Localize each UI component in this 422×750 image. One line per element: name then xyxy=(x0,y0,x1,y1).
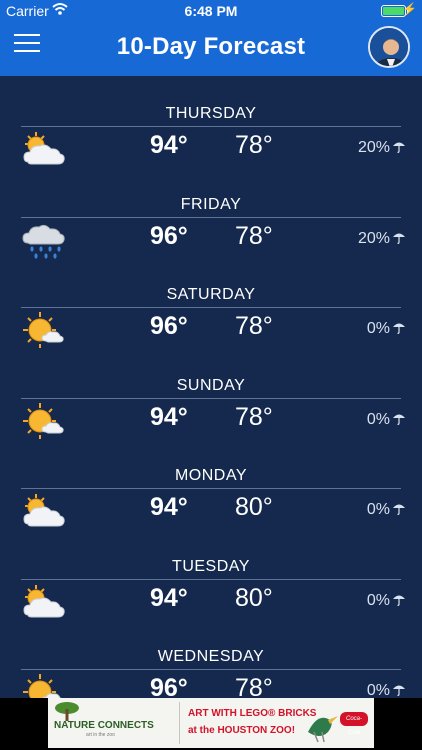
high-temp: 96° xyxy=(150,312,188,340)
forecast-row[interactable]: MONDAY 94° 80° 0% xyxy=(0,438,422,528)
partly-cloudy-icon xyxy=(20,583,68,621)
nav-bar: 10-Day Forecast xyxy=(0,22,422,76)
high-temp: 94° xyxy=(150,493,188,521)
avatar[interactable] xyxy=(368,26,410,68)
umbrella-icon xyxy=(392,501,406,516)
day-name: THURSDAY xyxy=(165,105,257,122)
row-divider xyxy=(21,126,401,127)
precip-chance: 0% xyxy=(366,682,390,698)
precip-chance: 20% xyxy=(357,229,390,247)
forecast-row[interactable]: TUESDAY 94° 80° 0% xyxy=(0,529,422,619)
forecast-list: THURSDAY 94° 78° 20% FRIDAY 96° 78° 20% SATURDAY… xyxy=(0,76,422,698)
forecast-row[interactable]: THURSDAY 94° 78° 20% xyxy=(0,76,422,166)
charging-bolt-icon: ⚡ xyxy=(402,2,417,16)
day-name: SATURDAY xyxy=(166,286,256,303)
partly-cloudy-icon xyxy=(20,130,68,168)
umbrella-icon xyxy=(392,682,406,697)
row-divider xyxy=(21,216,401,218)
low-temp: 78° xyxy=(235,131,273,159)
forecast-row[interactable]: WEDNESDAY 96° 78° 0% xyxy=(0,619,422,698)
day-name: FRIDAY xyxy=(180,195,242,213)
umbrella-icon xyxy=(392,139,406,154)
ad-banner[interactable]: NATURE CONNECTS art in the zoo ART WITH … xyxy=(48,698,374,748)
high-temp: 94° xyxy=(150,583,188,612)
low-temp: 80° xyxy=(235,493,273,521)
day-name: SUNDAY xyxy=(176,376,246,394)
row-divider xyxy=(21,669,401,670)
row-divider xyxy=(21,397,401,399)
umbrella-icon xyxy=(392,411,406,425)
forecast-row[interactable]: SUNDAY 94° 78° 0% xyxy=(0,348,422,440)
clock: 6:48 PM xyxy=(184,3,238,19)
low-temp: 80° xyxy=(235,583,273,612)
high-temp: 94° xyxy=(150,131,188,159)
bird-sculpture-icon xyxy=(308,716,338,743)
mostly-sunny-icon xyxy=(20,402,68,440)
page-title: 10-Day Forecast xyxy=(116,33,306,60)
day-name: WEDNESDAY xyxy=(157,648,265,665)
mostly-sunny-icon xyxy=(20,673,68,698)
ad-left-text: NATURE CONNECTS xyxy=(54,720,154,731)
umbrella-icon xyxy=(392,230,406,244)
tree-logo-icon xyxy=(55,702,79,721)
precip-chance: 0% xyxy=(366,410,390,428)
ad-headline-1: ART WITH LEGO® BRICKS xyxy=(188,708,317,719)
low-temp: 78° xyxy=(235,402,273,431)
high-temp: 96° xyxy=(150,674,188,698)
high-temp: 94° xyxy=(150,402,188,431)
row-divider xyxy=(21,578,401,580)
low-temp: 78° xyxy=(235,674,273,698)
day-name: TUESDAY xyxy=(172,557,250,575)
forecast-row[interactable]: FRIDAY 96° 78° 20% xyxy=(0,167,422,259)
row-divider xyxy=(21,488,401,489)
low-temp: 78° xyxy=(235,221,273,250)
status-bar: Carrier 6:48 PM ⚡ xyxy=(0,0,422,22)
high-temp: 96° xyxy=(150,221,188,250)
partly-cloudy-icon xyxy=(20,492,68,530)
low-temp: 78° xyxy=(235,312,273,340)
ad-banner-area: NATURE CONNECTS art in the zoo ART WITH … xyxy=(0,698,422,750)
precip-chance: 0% xyxy=(366,320,390,337)
forecast-row[interactable]: SATURDAY 96° 78° 0% xyxy=(0,257,422,349)
precip-chance: 0% xyxy=(366,501,390,518)
umbrella-icon xyxy=(392,320,406,335)
umbrella-icon xyxy=(392,592,406,606)
ad-headline-2: at the HOUSTON ZOO! xyxy=(188,725,296,736)
mostly-sunny-icon xyxy=(20,311,68,349)
day-name: MONDAY xyxy=(174,467,248,484)
precip-chance: 0% xyxy=(366,591,390,609)
row-divider xyxy=(21,307,401,308)
precip-chance: 20% xyxy=(357,139,390,156)
ad-left-sub: art in the zoo xyxy=(86,732,115,738)
sponsor-logo: Coca-Cola xyxy=(340,712,368,736)
rain-cloud-icon xyxy=(20,221,68,259)
